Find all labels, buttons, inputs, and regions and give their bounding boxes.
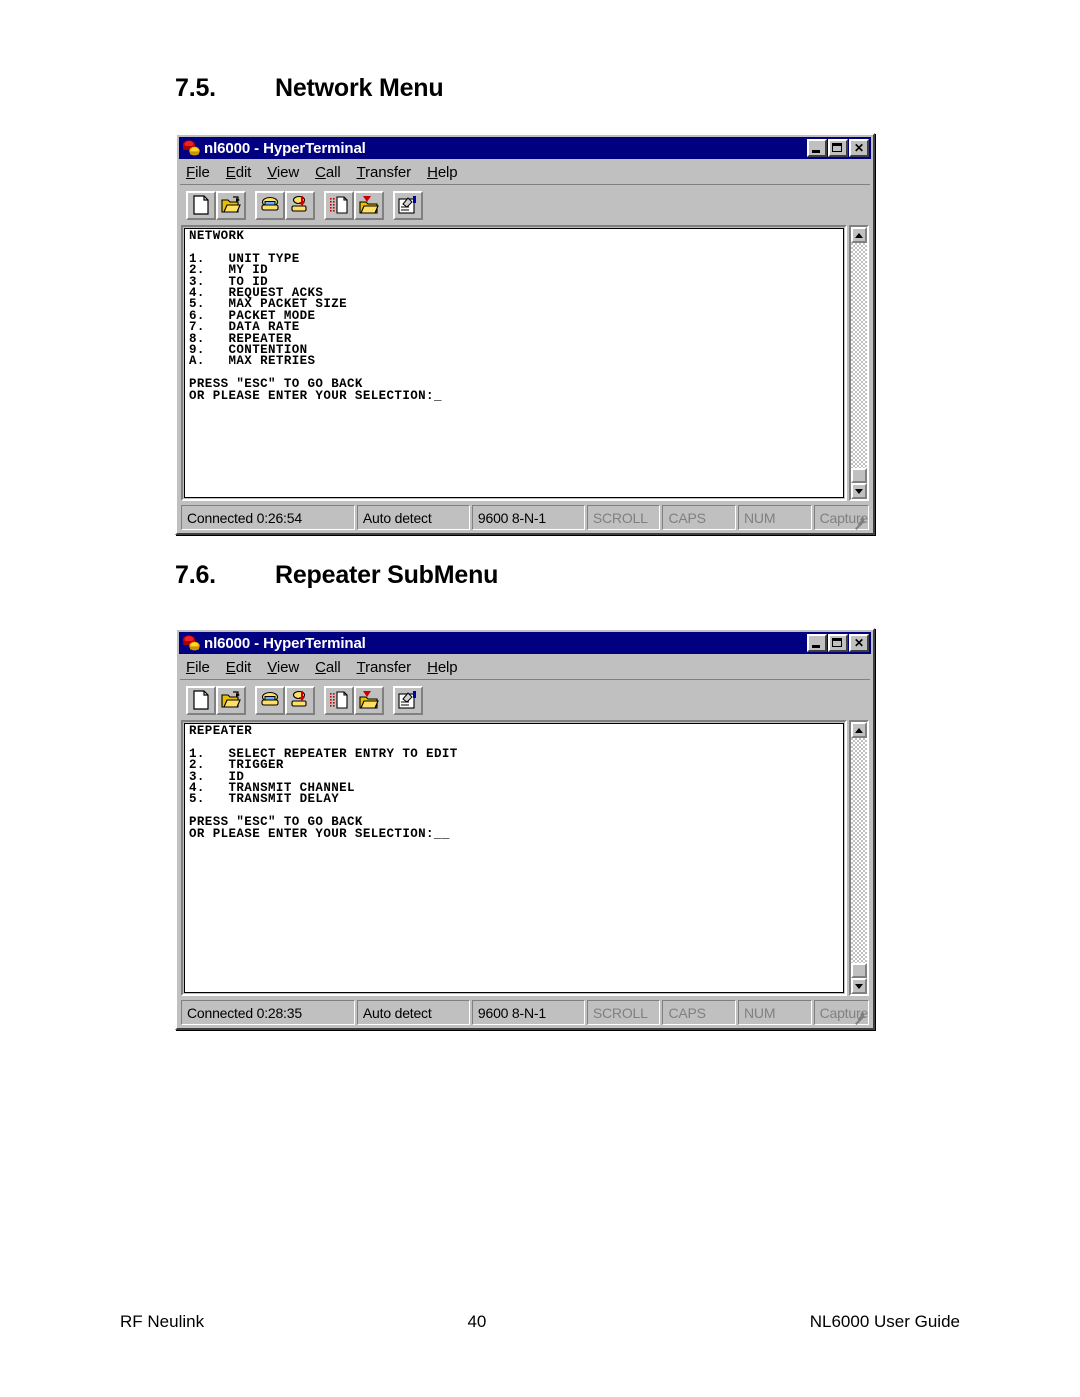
- scrollbar-track[interactable]: [851, 243, 867, 483]
- window-title-2: nl6000 - HyperTerminal: [204, 634, 366, 652]
- terminal-frame-2: REPEATER 1. SELECT REPEATER ENTRY TO EDI…: [181, 720, 847, 996]
- scroll-up-arrow-icon[interactable]: [851, 227, 867, 243]
- phone-modem-icon: [182, 634, 201, 652]
- close-button[interactable]: ✕: [849, 634, 869, 652]
- terminal-frame: NETWORK 1. UNIT TYPE 2. MY ID 3. TO ID 4…: [181, 225, 847, 501]
- properties-icon[interactable]: [393, 190, 423, 220]
- maximize-button[interactable]: [828, 634, 848, 652]
- receive-file-icon[interactable]: [354, 190, 384, 220]
- call-icon[interactable]: [255, 190, 285, 220]
- terminal-client-area-2: REPEATER 1. SELECT REPEATER ENTRY TO EDI…: [181, 720, 869, 996]
- send-file-icon[interactable]: [324, 685, 354, 715]
- toolbar-group-file: [186, 685, 246, 715]
- toolbar-group-properties: [393, 190, 423, 220]
- menu-help[interactable]: Help: [427, 659, 458, 676]
- status-caps: CAPS: [662, 505, 737, 530]
- menu-file[interactable]: File: [186, 659, 210, 676]
- menu-file[interactable]: File: [186, 164, 210, 181]
- scroll-down-arrow-icon[interactable]: [851, 483, 867, 499]
- toolbar-group-properties: [393, 685, 423, 715]
- scroll-down-arrow-icon[interactable]: [851, 978, 867, 994]
- menu-view[interactable]: View: [267, 659, 299, 676]
- menu-transfer[interactable]: Transfer: [357, 164, 412, 181]
- open-file-icon[interactable]: [216, 190, 246, 220]
- maximize-button[interactable]: [828, 139, 848, 157]
- status-capture: Capture: [813, 1000, 870, 1025]
- status-scroll: SCROLL: [586, 1000, 661, 1025]
- resize-grip-icon[interactable]: [853, 1009, 867, 1025]
- section-title-2: Repeater SubMenu: [275, 561, 499, 589]
- hyperterminal-window-repeater: nl6000 - HyperTerminal ✕ File Edit View …: [175, 628, 875, 1030]
- status-connected: Connected 0:28:35: [181, 1000, 355, 1025]
- minimize-button[interactable]: [807, 139, 827, 157]
- menu-help[interactable]: Help: [427, 164, 458, 181]
- status-num: NUM: [738, 505, 812, 530]
- terminal-output-repeater: REPEATER 1. SELECT REPEATER ENTRY TO EDI…: [189, 724, 458, 841]
- section-title: Network Menu: [275, 74, 444, 102]
- send-file-icon[interactable]: [324, 190, 354, 220]
- terminal-client-area: NETWORK 1. UNIT TYPE 2. MY ID 3. TO ID 4…: [181, 225, 869, 501]
- menubar-2: File Edit View Call Transfer Help: [180, 656, 870, 680]
- terminal-screen[interactable]: NETWORK 1. UNIT TYPE 2. MY ID 3. TO ID 4…: [184, 228, 844, 498]
- disconnect-icon[interactable]: [285, 190, 315, 220]
- footer-document-title: NL6000 User Guide: [809, 1312, 960, 1331]
- page-title: 7.5. Network Menu: [175, 74, 875, 103]
- status-num: NUM: [738, 1000, 812, 1025]
- vertical-scrollbar[interactable]: [849, 225, 869, 501]
- section-number-2: 7.6.: [175, 561, 216, 589]
- status-capture: Capture: [813, 505, 870, 530]
- terminal-screen-2[interactable]: REPEATER 1. SELECT REPEATER ENTRY TO EDI…: [184, 723, 844, 993]
- vertical-scrollbar-2[interactable]: [849, 720, 869, 996]
- footer-page-number: 40: [467, 1312, 487, 1331]
- menubar: File Edit View Call Transfer Help: [180, 161, 870, 185]
- menu-call[interactable]: Call: [315, 659, 341, 676]
- statusbar-2: Connected 0:28:35 Auto detect 9600 8-N-1…: [181, 1000, 870, 1025]
- toolbar-group-call: [255, 685, 315, 715]
- section-number: 7.5.: [175, 74, 216, 102]
- disconnect-icon[interactable]: [285, 685, 315, 715]
- window-titlebar[interactable]: nl6000 - HyperTerminal ✕: [179, 137, 871, 159]
- window-controls: ✕: [807, 139, 869, 157]
- toolbar-group-transfer: [324, 685, 384, 715]
- hyperterminal-window-network: nl6000 - HyperTerminal ✕ File Edit View …: [175, 133, 875, 535]
- new-connection-icon[interactable]: [186, 685, 216, 715]
- status-connected: Connected 0:26:54: [181, 505, 355, 530]
- status-rate: 9600 8-N-1: [471, 505, 585, 530]
- window-controls-2: ✕: [807, 634, 869, 652]
- close-button[interactable]: ✕: [849, 139, 869, 157]
- new-connection-icon[interactable]: [186, 190, 216, 220]
- page-footer: RF Neulink 40 NL6000 User Guide: [120, 1312, 960, 1332]
- toolbar-group-file: [186, 190, 246, 220]
- scrollbar-track[interactable]: [851, 738, 867, 978]
- minimize-button[interactable]: [807, 634, 827, 652]
- menu-call[interactable]: Call: [315, 164, 341, 181]
- window-title: nl6000 - HyperTerminal: [204, 139, 366, 157]
- toolbar: [180, 187, 870, 223]
- menu-view[interactable]: View: [267, 164, 299, 181]
- statusbar: Connected 0:26:54 Auto detect 9600 8-N-1…: [181, 505, 870, 530]
- menu-transfer[interactable]: Transfer: [357, 659, 412, 676]
- toolbar-group-call: [255, 190, 315, 220]
- page-title-2: 7.6. Repeater SubMenu: [175, 561, 875, 590]
- toolbar-group-transfer: [324, 190, 384, 220]
- status-caps: CAPS: [662, 1000, 737, 1025]
- receive-file-icon[interactable]: [354, 685, 384, 715]
- menu-edit[interactable]: Edit: [226, 659, 252, 676]
- window-titlebar-2[interactable]: nl6000 - HyperTerminal ✕: [179, 632, 871, 654]
- toolbar-2: [180, 682, 870, 718]
- status-scroll: SCROLL: [586, 505, 661, 530]
- phone-modem-icon: [182, 139, 201, 157]
- open-file-icon[interactable]: [216, 685, 246, 715]
- status-detect: Auto detect: [356, 505, 470, 530]
- call-icon[interactable]: [255, 685, 285, 715]
- scroll-up-arrow-icon[interactable]: [851, 722, 867, 738]
- scrollbar-thumb[interactable]: [851, 963, 867, 978]
- menu-edit[interactable]: Edit: [226, 164, 252, 181]
- terminal-output-network: NETWORK 1. UNIT TYPE 2. MY ID 3. TO ID 4…: [189, 229, 442, 403]
- scrollbar-thumb[interactable]: [851, 468, 867, 483]
- status-detect: Auto detect: [356, 1000, 470, 1025]
- properties-icon[interactable]: [393, 685, 423, 715]
- resize-grip-icon[interactable]: [853, 514, 867, 530]
- status-rate: 9600 8-N-1: [471, 1000, 585, 1025]
